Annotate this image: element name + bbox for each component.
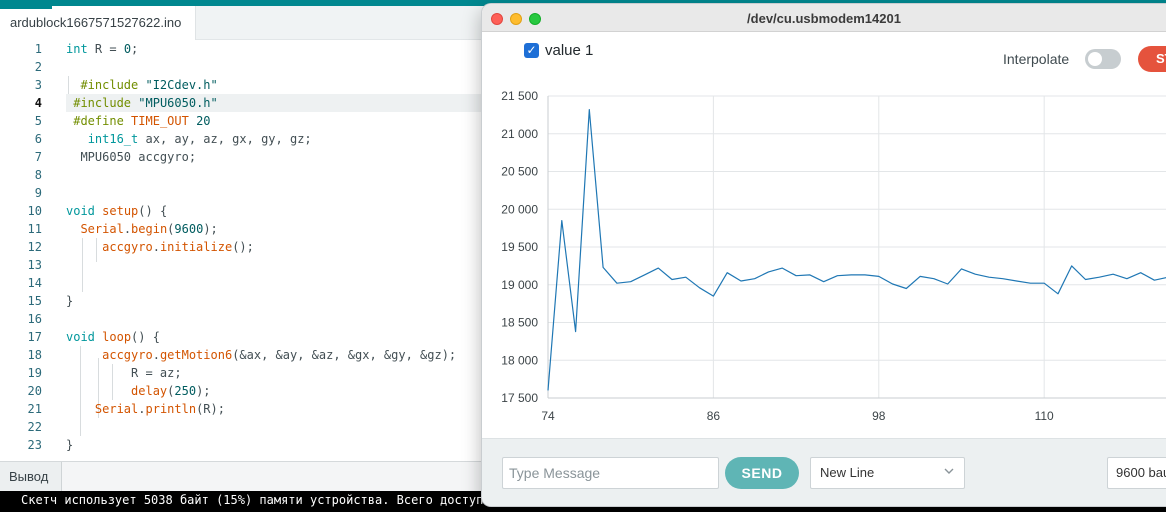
y-tick-label: 18 000	[501, 353, 538, 367]
active-tab-indicator	[0, 6, 52, 9]
y-tick-label: 20 000	[501, 202, 538, 216]
code-line[interactable]: #include "MPU6050.h"	[66, 94, 486, 112]
line-number: 14	[27, 276, 42, 290]
y-tick-label: 17 500	[501, 391, 538, 405]
code-line[interactable]: R = az;	[66, 364, 182, 382]
line-number: 7	[34, 150, 42, 164]
y-tick-label: 21 500	[501, 89, 538, 103]
y-axis: 17 500 18 000 18 500 19 000 19 500 20 000 20 5…	[501, 89, 549, 405]
baud-rate-select[interactable]: 9600 baud	[1107, 457, 1166, 489]
interpolate-toggle[interactable]	[1085, 49, 1121, 69]
code-line[interactable]: #include "I2Cdev.h"	[66, 76, 217, 94]
code-line[interactable]: accgyro.getMotion6(&ax, &ay, &az, &gx, &…	[66, 346, 456, 364]
x-axis: 74 86 98 110	[541, 397, 1166, 423]
line-ending-value: New Line	[820, 465, 875, 480]
code-editor[interactable]: int R = 0; #include "I2Cdev.h" #include …	[66, 40, 486, 460]
chart-grid	[547, 95, 1166, 399]
line-number: 13	[27, 258, 42, 272]
line-number: 8	[34, 168, 42, 182]
line-number: 6	[34, 132, 42, 146]
code-line[interactable]: void loop() {	[66, 328, 160, 346]
window-titlebar[interactable]: /dev/cu.usbmodem14201	[482, 4, 1166, 32]
series-line-value-1	[547, 109, 1166, 391]
line-number: 3	[34, 78, 42, 92]
y-tick-label: 21 000	[501, 127, 538, 141]
line-number: 17	[27, 330, 42, 344]
line-number: 18	[27, 348, 42, 362]
tab-sketch-file[interactable]: ardublock1667571527622.ino	[0, 6, 196, 40]
checkmark-icon[interactable]: ✓	[524, 43, 539, 58]
line-number: 5	[34, 114, 42, 128]
code-line[interactable]: }	[66, 292, 73, 310]
chevron-down-icon	[942, 462, 956, 482]
code-line[interactable]: Serial.println(R);	[66, 400, 225, 418]
line-number: 19	[27, 366, 42, 380]
code-line[interactable]: #define TIME_OUT 20	[66, 112, 210, 130]
message-input[interactable]	[502, 457, 719, 489]
code-line[interactable]: delay(250);	[66, 382, 211, 400]
line-number: 15	[27, 294, 42, 308]
code-line[interactable]: int16_t ax, ay, az, gx, gy, gz;	[66, 130, 312, 148]
y-tick-label: 18 500	[501, 316, 538, 330]
line-number: 11	[27, 222, 42, 236]
stop-button[interactable]: STOP	[1138, 46, 1166, 72]
line-number: 16	[27, 312, 42, 326]
tab-output[interactable]: Вывод	[0, 462, 62, 492]
line-number: 10	[27, 204, 42, 218]
toggle-knob	[1088, 52, 1102, 66]
x-tick-label: 110	[1035, 409, 1054, 423]
code-line[interactable]: }	[66, 436, 73, 454]
line-number: 12	[27, 240, 42, 254]
line-number: 22	[27, 420, 42, 434]
y-tick-label: 19 000	[501, 278, 538, 292]
window-title: /dev/cu.usbmodem14201	[747, 11, 901, 26]
serial-plotter-window: /dev/cu.usbmodem14201 ✓ value 1 Interpol…	[482, 4, 1166, 506]
code-line[interactable]: MPU6050 accgyro;	[66, 148, 196, 166]
code-line[interactable]: void setup() {	[66, 202, 167, 220]
line-number: 1	[34, 42, 42, 56]
line-number-gutter: 1 2 3 4 5 6 7 8 9 10 11 12 13 14 15 16 17 18 19 20 21 22 23	[0, 40, 56, 460]
x-tick-label: 98	[872, 409, 886, 423]
send-button[interactable]: SEND	[725, 457, 799, 489]
y-tick-label: 20 500	[501, 165, 538, 179]
message-bar: SEND New Line 9600 baud	[482, 438, 1166, 506]
code-line[interactable]: int R = 0;	[66, 40, 138, 58]
x-tick-label: 86	[707, 409, 721, 423]
line-number: 21	[27, 402, 42, 416]
line-number: 20	[27, 384, 42, 398]
line-number: 4	[34, 96, 42, 110]
plot-area: 17 500 18 000 18 500 19 000 19 500 20 000 20 5…	[501, 89, 1166, 423]
y-tick-label: 19 500	[501, 240, 538, 254]
line-number: 2	[34, 60, 42, 74]
baud-rate-value: 9600 baud	[1116, 465, 1166, 480]
line-number: 9	[34, 186, 42, 200]
series-lines	[547, 109, 1166, 391]
line-ending-select[interactable]: New Line	[810, 457, 965, 489]
x-tick-label: 74	[541, 409, 555, 423]
code-line[interactable]: Serial.begin(9600);	[66, 220, 217, 238]
tab-sketch-file-label: ardublock1667571527622.ino	[10, 15, 182, 30]
code-line[interactable]: accgyro.initialize();	[66, 238, 254, 256]
interpolate-label: Interpolate	[1003, 51, 1070, 67]
line-number: 23	[27, 438, 42, 452]
series-legend-label: value 1	[545, 42, 594, 59]
